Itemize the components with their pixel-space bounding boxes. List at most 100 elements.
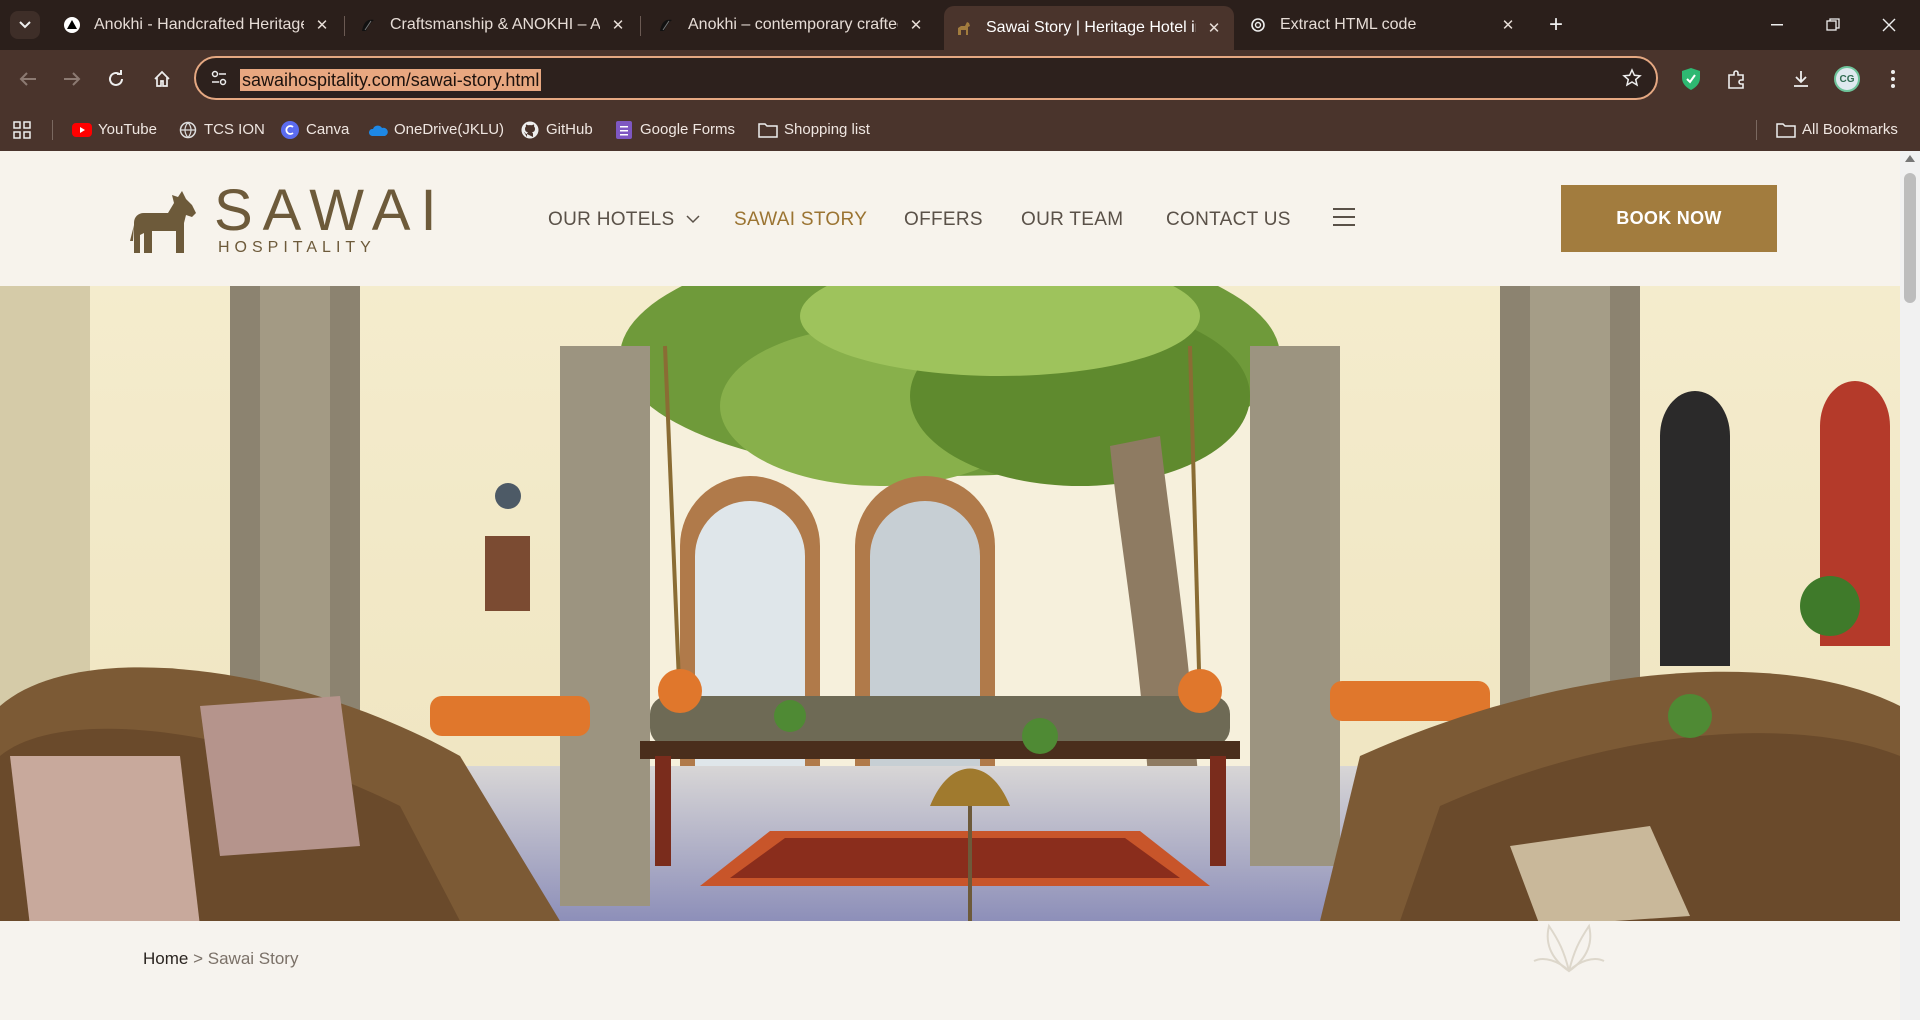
download-icon[interactable] (1786, 64, 1816, 94)
tab-separator (344, 16, 345, 36)
horse-logo-icon (130, 191, 196, 253)
tab-sawai-story[interactable]: Sawai Story | Heritage Hotel in ✕ (944, 6, 1234, 50)
breadcrumb-section: Home > Sawai Story (0, 921, 1900, 1020)
youtube-icon (72, 121, 92, 139)
bookmark-google-forms[interactable]: Google Forms (614, 108, 735, 151)
address-bar[interactable]: sawaihospitality.com/sawai-story.html (194, 56, 1658, 100)
canva-icon (280, 120, 300, 139)
apps-grid-button[interactable] (12, 108, 32, 151)
bookmarks-bar: YouTube TCS ION Canva OneDrive(JKLU) Git… (0, 108, 1920, 151)
bookmark-label: Canva (306, 121, 350, 138)
book-now-button[interactable]: BOOK NOW (1561, 185, 1777, 252)
bookmark-label: Shopping list (784, 121, 870, 138)
openai-logo-icon (1250, 17, 1266, 33)
profile-avatar[interactable]: CG (1834, 66, 1860, 92)
tab-separator (640, 16, 641, 36)
tab-title: Anokhi - Handcrafted Heritage, (94, 16, 304, 33)
browser-tab-strip: Anokhi - Handcrafted Heritage, ✕ Craftsm… (0, 0, 1920, 50)
folder-icon (758, 121, 778, 139)
close-icon[interactable]: ✕ (610, 16, 626, 34)
tab-title: Extract HTML code (1280, 16, 1417, 33)
folder-icon (1776, 121, 1796, 139)
bookmark-label: TCS ION (204, 121, 265, 138)
more-menu-icon[interactable] (1878, 64, 1908, 94)
sawai-logo[interactable]: SAWAI HOSPITALITY (130, 179, 437, 259)
bookmark-github[interactable]: GitHub (520, 108, 593, 151)
tab-search-button[interactable] (10, 11, 40, 39)
page-scrollbar[interactable] (1900, 151, 1920, 1020)
nav-offers[interactable]: OFFERS (904, 209, 983, 231)
bookmark-onedrive[interactable]: OneDrive(JKLU) (368, 108, 504, 151)
google-forms-icon (614, 120, 634, 139)
breadcrumb-home-link[interactable]: Home (143, 949, 188, 968)
github-icon (520, 121, 540, 139)
breadcrumb-separator: > (193, 949, 204, 968)
bookmark-youtube[interactable]: YouTube (72, 108, 157, 151)
all-bookmarks-button[interactable]: All Bookmarks (1776, 108, 1898, 151)
hero-image (0, 286, 1900, 921)
tab-title: Sawai Story | Heritage Hotel in (986, 19, 1196, 36)
close-icon[interactable]: ✕ (908, 16, 924, 34)
forward-button[interactable] (56, 63, 88, 95)
extensions-puzzle-icon[interactable] (1722, 64, 1752, 94)
nav-our-team[interactable]: OUR TEAM (1021, 209, 1123, 231)
courtyard-photo (0, 286, 1900, 921)
chevron-down-icon (686, 215, 700, 224)
triangle-logo-icon (64, 17, 80, 33)
tab-anokhi-heritage[interactable]: Anokhi - Handcrafted Heritage, ✕ (52, 8, 342, 42)
nav-contact-us[interactable]: CONTACT US (1166, 209, 1291, 231)
logo-tagline: HOSPITALITY (218, 239, 376, 256)
site-header: SAWAI HOSPITALITY OUR HOTELS SAWAI STORY… (0, 151, 1900, 286)
site-settings-icon[interactable] (210, 69, 228, 92)
url-text[interactable]: sawaihospitality.com/sawai-story.html (240, 69, 542, 91)
tab-extract-html[interactable]: Extract HTML code ✕ (1238, 8, 1528, 42)
tab-title: Craftsmanship & ANOKHI – An (390, 16, 600, 33)
home-icon (154, 70, 170, 87)
bookmark-canva[interactable]: Canva (280, 108, 349, 151)
close-icon[interactable]: ✕ (314, 16, 330, 34)
horse-logo-icon (956, 20, 972, 36)
bookmark-label: GitHub (546, 121, 593, 138)
nav-label: OUR HOTELS (548, 209, 675, 230)
shield-extension-icon[interactable] (1676, 64, 1706, 94)
bookmark-label: OneDrive(JKLU) (394, 121, 505, 138)
chevron-down-icon (19, 21, 31, 29)
bookmark-label: YouTube (98, 121, 157, 138)
tab-title: Anokhi – contemporary crafted (688, 16, 898, 33)
anokhi-logo-icon (360, 17, 376, 33)
tab-anokhi-contemporary[interactable]: Anokhi – contemporary crafted ✕ (646, 8, 936, 42)
back-button[interactable] (12, 63, 44, 95)
tab-craftsmanship[interactable]: Craftsmanship & ANOKHI – An ✕ (348, 8, 638, 42)
anokhi-logo-icon (658, 17, 674, 33)
bookmark-shopping-list[interactable]: Shopping list (758, 108, 870, 151)
scrollbar-thumb[interactable] (1904, 173, 1916, 303)
logo-wordmark: SAWAI (214, 178, 447, 243)
bookmark-star-icon[interactable] (1622, 68, 1642, 93)
new-tab-button[interactable]: + (1540, 10, 1572, 40)
globe-icon (178, 121, 198, 139)
nav-sawai-story[interactable]: SAWAI STORY (734, 209, 867, 231)
minimize-icon (1771, 24, 1783, 26)
apps-grid-icon (13, 120, 31, 139)
bookmark-separator (1756, 120, 1757, 140)
scroll-up-arrow-icon[interactable] (1905, 155, 1915, 162)
home-button[interactable] (146, 63, 178, 95)
close-icon[interactable]: ✕ (1500, 16, 1516, 34)
minimize-button[interactable] (1754, 8, 1800, 42)
reload-button[interactable] (100, 63, 132, 95)
arrow-right-icon (64, 72, 81, 86)
web-page: SAWAI HOSPITALITY OUR HOTELS SAWAI STORY… (0, 151, 1900, 1020)
breadcrumb-current: Sawai Story (207, 949, 299, 968)
bookmark-separator (52, 120, 53, 140)
close-window-button[interactable] (1866, 8, 1912, 42)
nav-our-hotels[interactable]: OUR HOTELS (548, 209, 700, 231)
restore-icon (1826, 18, 1840, 31)
restore-button[interactable] (1810, 8, 1856, 42)
bookmark-tcs-ion[interactable]: TCS ION (178, 108, 265, 151)
close-icon[interactable]: ✕ (1206, 19, 1222, 37)
bookmark-label: Google Forms (640, 121, 736, 138)
onedrive-icon (368, 121, 388, 139)
hamburger-menu-icon[interactable] (1333, 208, 1355, 226)
arrow-left-icon (19, 72, 36, 86)
reload-icon (109, 70, 123, 86)
